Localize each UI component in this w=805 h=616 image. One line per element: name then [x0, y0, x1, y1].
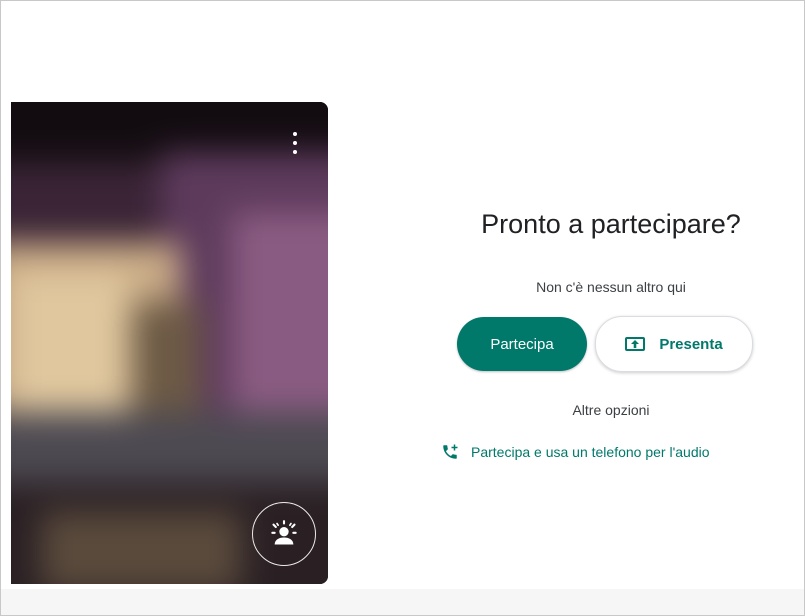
participants-status: Non c'è nessun altro qui — [536, 279, 686, 295]
more-options-button[interactable] — [288, 132, 302, 154]
visual-effects-icon — [271, 520, 297, 545]
meet-prejoin-window: Pronto a partecipare? Non c'è nessun alt… — [0, 0, 805, 616]
bottom-strip — [1, 589, 804, 615]
join-with-phone-label: Partecipa e usa un telefono per l'audio — [471, 444, 710, 460]
join-button-label: Partecipa — [490, 335, 554, 353]
present-button-label: Presenta — [659, 335, 723, 353]
add-call-icon — [443, 444, 458, 459]
present-screen-icon — [625, 337, 646, 351]
join-button[interactable]: Partecipa — [457, 317, 587, 371]
join-panel: Pronto a partecipare? Non c'è nessun alt… — [421, 1, 801, 615]
other-options-label: Altre opzioni — [572, 402, 650, 418]
visual-effects-button[interactable] — [252, 502, 316, 566]
video-preview — [11, 102, 328, 584]
join-with-phone-link[interactable]: Partecipa e usa un telefono per l'audio — [441, 443, 710, 461]
present-button[interactable]: Presenta — [595, 316, 753, 372]
more-vert-icon — [293, 132, 297, 136]
page-title: Pronto a partecipare? — [481, 209, 741, 239]
